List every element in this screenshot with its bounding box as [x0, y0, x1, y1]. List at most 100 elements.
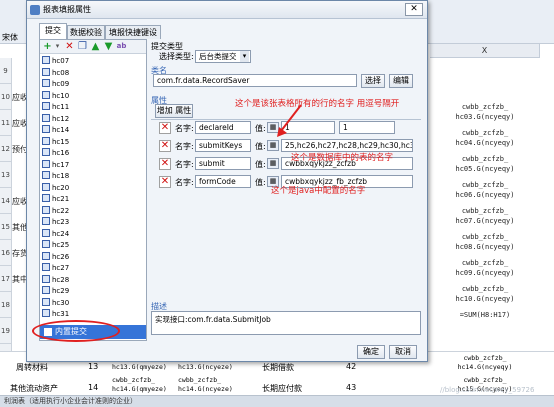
property-name-field[interactable]: declareId	[195, 121, 251, 134]
ok-button[interactable]: 确定	[357, 345, 385, 359]
table-icon	[42, 67, 50, 76]
property-name-field[interactable]: submitKeys	[195, 139, 251, 152]
table-icon	[42, 56, 50, 64]
tree-item[interactable]: hc15	[42, 136, 69, 148]
tree-item[interactable]: hc29	[42, 286, 69, 297]
formula-cell[interactable]: cwbb_zcfzb_ hc09.G(ncyeqy)	[430, 258, 540, 278]
sort-icon[interactable]: ab	[116, 41, 127, 52]
tree-item-label: hc09	[52, 80, 70, 88]
tree-item[interactable]: hc31	[42, 309, 69, 320]
tree-item[interactable]: hc12	[42, 113, 70, 125]
close-button[interactable]: ✕	[405, 3, 423, 16]
formula-cell[interactable]: cwbb_zcfzb_ hc06.G(ncyeqy)	[430, 180, 540, 200]
row-header[interactable]: 9	[0, 58, 12, 84]
tree-item-label: hc12	[52, 114, 70, 123]
formula-cell[interactable]: cwbb_zcfzb_ hc10.G(ncyeqy)	[430, 284, 540, 304]
cell[interactable]: cwbb_zcfzb_ hc14.G(qmyeze)	[112, 376, 172, 394]
tree-item[interactable]: hc21	[42, 194, 69, 205]
tree-item[interactable]: hc27	[42, 263, 69, 274]
delete-property-button[interactable]: ✕	[159, 140, 171, 152]
formula-cell[interactable]: cwbb_zcfzb_ hc04.G(ncyeqy)	[430, 128, 540, 148]
row-header[interactable]: 18	[0, 292, 12, 318]
tree-item-label: hc30	[52, 298, 70, 307]
tree-item[interactable]: hc22	[42, 205, 69, 217]
class-name-field[interactable]: com.fr.data.RecordSaver	[153, 74, 357, 87]
cell[interactable]: cwbb_zcfzb_ hc14.G(ncyeze)	[178, 376, 238, 394]
tree-item-label: hc18	[52, 172, 70, 180]
dropdown-arrow-icon[interactable]: ▾	[52, 41, 63, 52]
tree-item[interactable]: hc16	[42, 148, 69, 159]
property-value-label: 值:	[255, 178, 266, 187]
tree-item[interactable]: hc26	[42, 251, 70, 263]
submit-type-select[interactable]: 后台类提交 ▾	[195, 50, 251, 63]
add-property-button[interactable]: 增加 属性	[155, 104, 193, 118]
choose-button[interactable]: 选择	[361, 74, 385, 88]
formula-cell[interactable]: =SUM(H8:H17)	[430, 310, 540, 320]
tree-item[interactable]: hc17	[42, 159, 69, 171]
tree-item[interactable]: hc30	[42, 297, 70, 309]
row-header[interactable]: 19	[0, 318, 12, 344]
cancel-button[interactable]: 取消	[389, 345, 417, 359]
row-header[interactable]: 14	[0, 188, 12, 214]
row-header[interactable]: 16	[0, 240, 12, 266]
delete-property-button[interactable]: ✕	[159, 122, 171, 134]
font-selector[interactable]: 宋体	[2, 32, 18, 43]
tree-item[interactable]: hc10	[42, 90, 69, 102]
row-header[interactable]: 17	[0, 266, 12, 292]
delete-property-button[interactable]: ✕	[159, 158, 171, 170]
property-name-field[interactable]: submit	[195, 157, 251, 170]
row-header[interactable]: 15	[0, 214, 12, 240]
move-down-icon[interactable]: ▼	[103, 41, 114, 52]
row-desc: 长期借款	[262, 363, 294, 372]
row-header[interactable]: 12	[0, 136, 12, 162]
row-header[interactable]: 13	[0, 162, 12, 188]
tree-item-label: hc20	[52, 183, 70, 192]
table-icon	[42, 182, 50, 191]
formula-cell[interactable]: cwbb_zcfzb_ hc03.G(ncyeqy)	[430, 102, 540, 122]
delete-icon[interactable]: ✕	[64, 41, 75, 52]
copy-icon[interactable]: ❐	[77, 41, 88, 52]
tree-item[interactable]: hc07	[42, 56, 69, 67]
tree-item-label: hc16	[52, 149, 70, 157]
value-type-icon[interactable]: ▦	[267, 158, 279, 169]
table-icon	[42, 251, 50, 260]
formula-cell[interactable]: cwbb_zcfzb_ hc05.G(ncyeqy)	[430, 154, 540, 174]
tab-submit[interactable]: 提交	[39, 23, 67, 39]
formula-cell[interactable]: cwbb_zcfzb_ hc08.G(ncyeqy)	[430, 232, 540, 252]
submit-tree-panel: + ▾ ✕ ❐ ▲ ▼ ab hc07 hc08 hc09 hc10 hc11 hc12 h…	[32, 39, 147, 342]
column-header-x[interactable]: X	[430, 44, 540, 58]
tab-shortcut-settings[interactable]: 填报快捷键设置	[105, 25, 161, 50]
tree-item[interactable]: hc25	[42, 240, 69, 251]
table-icon	[42, 171, 50, 179]
cell[interactable]: cwbb_zcfzb_ hc14.G(ncyeqy)	[430, 354, 540, 372]
tree-item-label: hc07	[52, 57, 70, 65]
submit-settings-panel: 提交类型 选择类型: 后台类提交 ▾ 类名 com.fr.data.Record…	[151, 39, 421, 341]
move-up-icon[interactable]: ▲	[90, 41, 101, 52]
tree-item-label: hc28	[52, 275, 70, 284]
highlight-ellipse	[32, 320, 120, 342]
tree-item-label: hc14	[52, 126, 70, 134]
tree-item[interactable]: hc24	[42, 228, 69, 240]
edit-button[interactable]: 编辑	[389, 74, 413, 88]
tree-item[interactable]: hc23	[42, 217, 69, 228]
row-header[interactable]: 10	[0, 84, 12, 110]
formula-cell[interactable]: cwbb_zcfzb_ hc07.G(ncyeqy)	[430, 206, 540, 226]
property-name-field[interactable]: formCode	[195, 175, 251, 188]
tree-item[interactable]: hc28	[42, 274, 70, 286]
tree-item[interactable]: hc08	[42, 67, 69, 79]
tree-item[interactable]: hc09	[42, 79, 69, 90]
delete-property-button[interactable]: ✕	[159, 176, 171, 188]
tree-item[interactable]: hc14	[42, 125, 69, 136]
tree-item-label: hc26	[52, 252, 70, 261]
tree-item[interactable]: hc20	[42, 182, 70, 194]
submit-type-value: 后台类提交	[199, 52, 237, 61]
tree-item[interactable]: hc11	[42, 102, 69, 113]
table-icon	[42, 79, 50, 87]
property-value-label: 值:	[255, 160, 266, 169]
tree-item[interactable]: hc18	[42, 171, 69, 182]
value-type-icon[interactable]: ▦	[267, 140, 279, 151]
property-value-field-2[interactable]: 1	[339, 121, 395, 134]
row-header[interactable]: 11	[0, 110, 12, 136]
dialog-titlebar[interactable]: 报表填报属性 ✕	[27, 1, 427, 19]
tab-data-validation[interactable]: 数据校验	[67, 25, 105, 39]
